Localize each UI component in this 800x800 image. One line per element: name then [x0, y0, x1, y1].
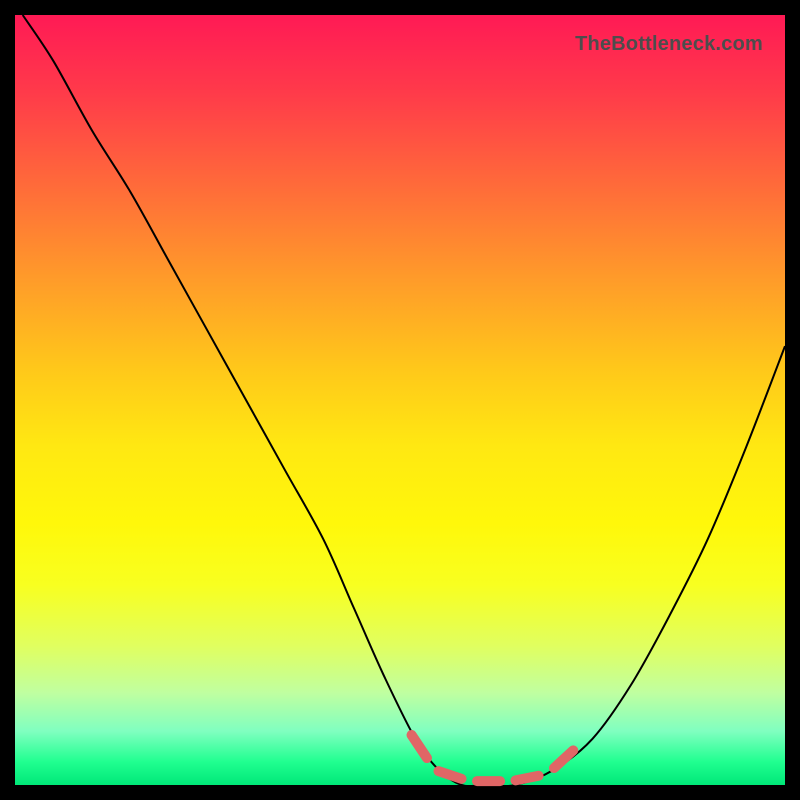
chart-svg [15, 15, 785, 785]
highlight-dash [439, 771, 462, 779]
bottleneck-curve [23, 15, 785, 786]
plot-area: TheBottleneck.com [15, 15, 785, 785]
highlight-dash [516, 776, 539, 781]
highlight-dash [412, 735, 427, 758]
highlight-dash [554, 750, 573, 768]
chart-frame: TheBottleneck.com [0, 0, 800, 800]
highlight-markers [412, 735, 574, 781]
